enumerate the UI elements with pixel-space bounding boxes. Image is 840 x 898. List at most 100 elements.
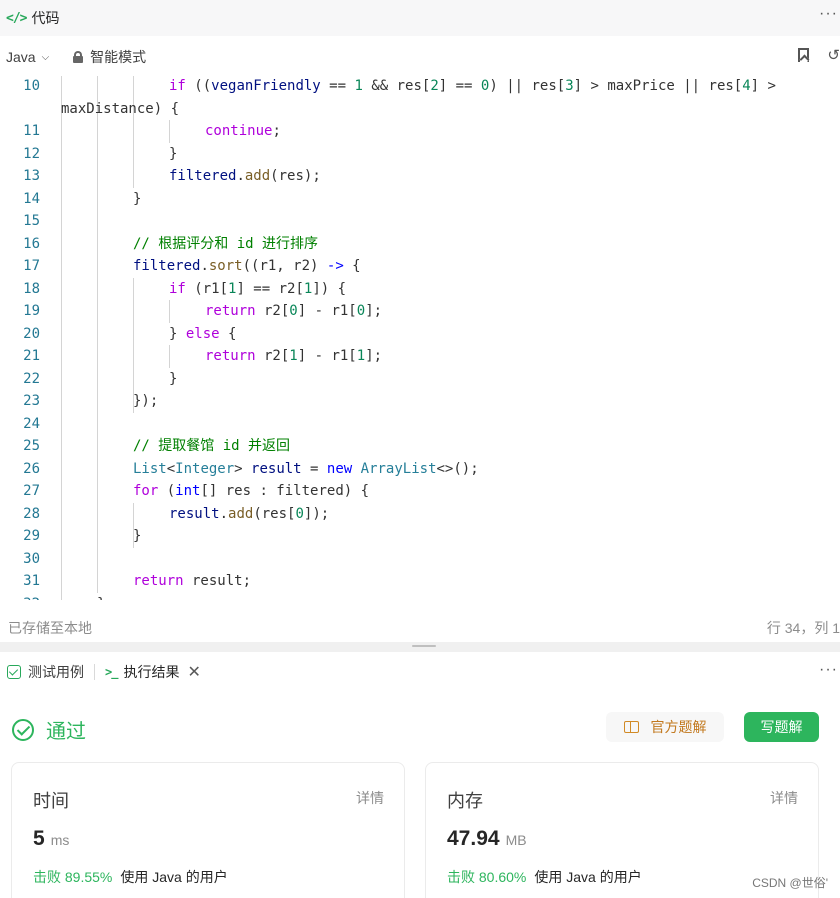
line-number: 22 (23, 370, 40, 387)
runtime-number: 5 (33, 827, 45, 850)
close-icon[interactable]: ✕ (187, 662, 200, 682)
line-number: 24 (23, 415, 40, 432)
indent-guide (169, 120, 170, 143)
line-number: 21 (23, 348, 40, 364)
indent-guide (97, 76, 98, 593)
memory-value: 47.94 MB (447, 827, 527, 851)
language-label: Java (6, 49, 36, 65)
tab-testcase-label: 测试用例 (28, 664, 84, 680)
code-line: return result; (133, 573, 252, 589)
line-number: 14 (23, 190, 40, 207)
official-solution-label: 官方题解 (650, 719, 707, 735)
language-select[interactable]: Java ⌵ (6, 49, 49, 65)
runtime-value: 5 ms (33, 827, 69, 851)
memory-title: 内存 (447, 791, 483, 811)
editor-status-bar: 已存储至本地 行 34，列 1 (0, 616, 840, 640)
runtime-title: 时间 (33, 791, 69, 811)
result-header: 通过 官方题解 写题解 (0, 705, 840, 749)
line-number: 11 (23, 123, 40, 139)
panel-resize-divider[interactable] (0, 642, 840, 652)
terminal-icon: >_ (105, 665, 118, 679)
code-line: filtered.add(res); (169, 168, 321, 184)
code-line: continue; (205, 123, 281, 139)
memory-unit: MB (505, 832, 527, 848)
runtime-beat: 击败 89.55% 使用 Java 的用户 (33, 867, 228, 887)
indent-guide (61, 76, 62, 600)
book-icon (623, 721, 639, 733)
line-number: 27 (23, 483, 40, 499)
more-options-icon[interactable]: ··· (819, 5, 838, 23)
save-status: 已存储至本地 (8, 620, 92, 636)
code-line: } else { (169, 325, 237, 342)
result-status: 通过 (12, 715, 86, 744)
code-line: } (169, 145, 178, 162)
line-number: 29 (23, 528, 40, 544)
code-line: if (r1[1] == r2[1]) { (169, 280, 347, 297)
memory-detail-link[interactable]: 详情 (770, 788, 798, 808)
drag-handle[interactable] (412, 645, 436, 647)
indent-guide (169, 345, 170, 368)
code-line: if ((veganFriendly == 1 && res[2] == 0) … (169, 78, 776, 94)
line-number: 13 (23, 168, 40, 184)
runtime-detail-link[interactable]: 详情 (356, 788, 384, 808)
runtime-unit: ms (50, 832, 70, 848)
cursor-position: 行 34，列 1 (766, 620, 840, 636)
code-line: result.add(res[0]); (169, 505, 330, 522)
lock-icon (73, 51, 84, 63)
runtime-beat-percent: 击败 89.55% (33, 869, 113, 885)
more-options-icon[interactable]: ··· (819, 661, 838, 679)
indent-guide (169, 300, 170, 323)
panel-title: 代码 (31, 10, 60, 26)
memory-number: 47.94 (447, 827, 500, 850)
line-number: 23 (23, 393, 40, 409)
code-icon: </> (6, 10, 28, 26)
code-line: filtered.sort((r1, r2) -> { (133, 258, 361, 274)
line-number: 20 (23, 325, 40, 342)
code-line: // 提取餐馆 id 并返回 (133, 438, 291, 454)
reset-icon[interactable]: ↺ (827, 46, 840, 64)
chevron-down-icon: ⌵ (41, 51, 50, 63)
code-line: } (169, 370, 178, 387)
line-number: 26 (23, 460, 40, 477)
tab-result-label: 执行结果 (123, 664, 180, 680)
editor-toolbar: Java ⌵ 智能模式 ↺ (0, 38, 840, 76)
bookmark-icon[interactable] (798, 48, 810, 62)
code-line: return r2[0] - r1[0]; (205, 303, 383, 319)
line-number: 17 (23, 258, 40, 274)
runtime-card[interactable]: 时间 详情 5 ms 击败 89.55% 使用 Java 的用户 (11, 762, 405, 898)
line-number: 18 (23, 280, 40, 297)
code-panel-header: </> 代码 ··· (0, 0, 840, 36)
memory-beat-percent: 击败 80.60% (447, 869, 527, 885)
mode-label: 智能模式 (90, 49, 147, 65)
line-number: 16 (23, 235, 40, 252)
line-number: 30 (23, 550, 40, 567)
line-number: 12 (23, 145, 40, 162)
result-tabs: 测试用例 >_ 执行结果 ✕ ··· (0, 653, 840, 691)
result-status-text: 通过 (46, 721, 86, 743)
code-line: maxDistance) { (61, 100, 180, 117)
code-editor[interactable]: 10 if ((veganFriendly == 1 && res[2] == 0… (0, 76, 840, 600)
code-line: }); (133, 393, 159, 409)
tab-result[interactable]: >_ 执行结果 ✕ (105, 662, 201, 682)
line-number: 25 (23, 438, 40, 454)
official-solution-button[interactable]: 官方题解 (606, 712, 724, 742)
memory-beat: 击败 80.60% 使用 Java 的用户 (447, 867, 642, 887)
code-line: for (int[] res : filtered) { (133, 483, 370, 499)
smart-mode-toggle[interactable]: 智能模式 (73, 47, 146, 67)
watermark: CSDN @世俗' (752, 876, 828, 890)
code-line: List<Integer> result = new ArrayList<>()… (133, 460, 479, 477)
tab-separator (94, 664, 95, 680)
line-number: 19 (23, 303, 40, 319)
code-line: } (97, 593, 105, 601)
memory-beat-text: 使用 Java 的用户 (534, 869, 642, 885)
code-line: } (133, 190, 142, 207)
check-circle-icon (12, 718, 34, 741)
code-line: // 根据评分和 id 进行排序 (133, 235, 319, 252)
write-solution-button[interactable]: 写题解 (744, 712, 819, 742)
line-number: 32 (0, 593, 40, 601)
indent-guide (133, 76, 134, 188)
line-number: 10 (23, 78, 40, 94)
code-line: return r2[1] - r1[1]; (205, 348, 383, 364)
line-number: 31 (23, 573, 40, 589)
tab-testcase[interactable]: 测试用例 (7, 662, 84, 682)
